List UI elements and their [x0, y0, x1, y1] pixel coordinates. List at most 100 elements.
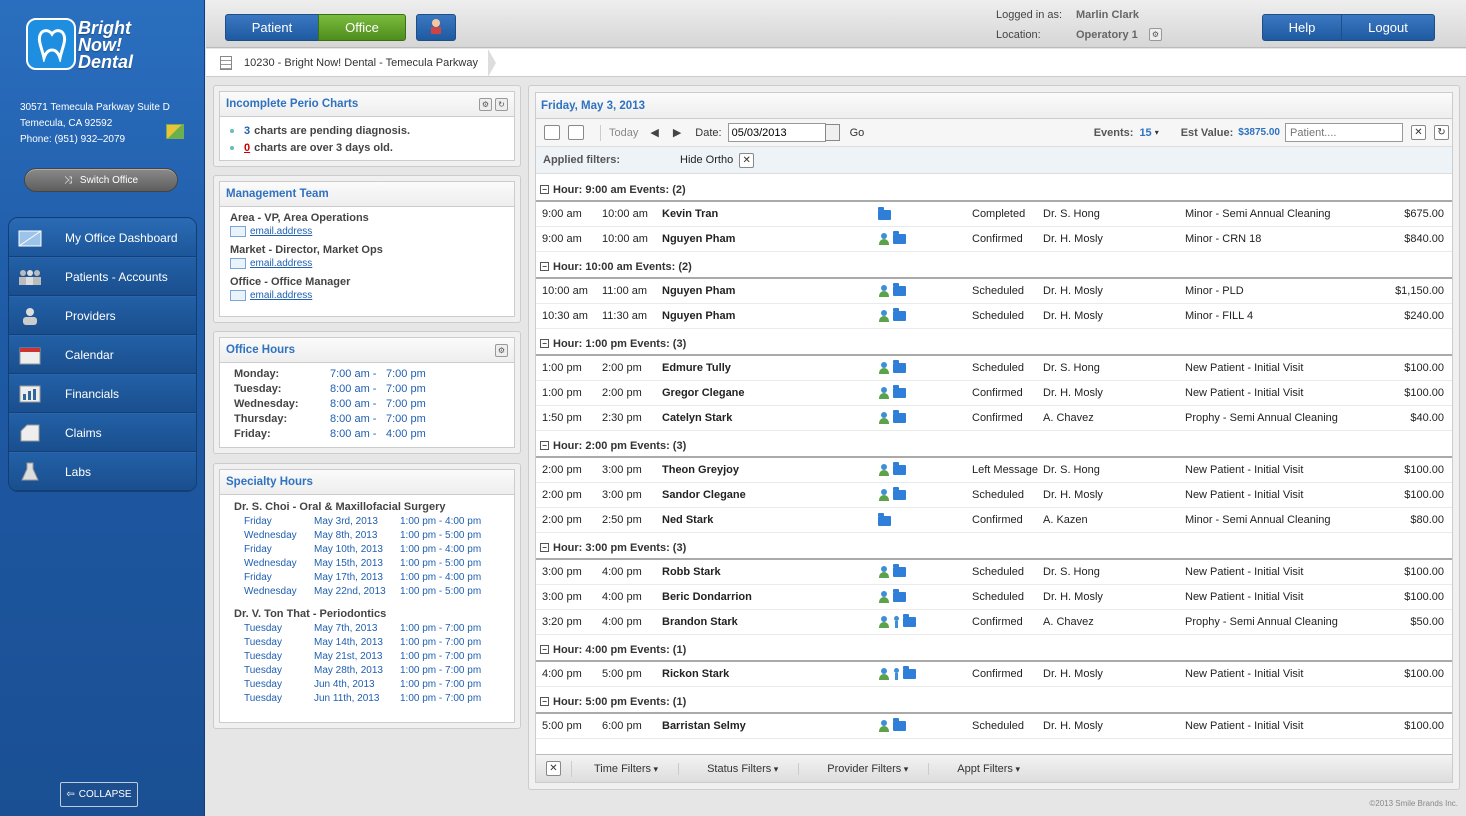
- appointment-row[interactable]: 3:00 pm 4:00 pm Beric Dondarrion Scheduled D…: [536, 585, 1452, 610]
- hour-group-header[interactable]: − Hour: 4:00 pm Events: (1): [536, 639, 1452, 662]
- folder-icon[interactable]: [893, 231, 906, 244]
- refresh-icon[interactable]: ↻: [1434, 125, 1449, 140]
- clear-search-icon[interactable]: ✕: [1411, 125, 1426, 140]
- patient-icon[interactable]: [878, 387, 890, 399]
- folder-icon[interactable]: [893, 718, 906, 731]
- patient-icon[interactable]: [878, 310, 890, 322]
- patient-icon[interactable]: [878, 362, 890, 374]
- next-day-icon[interactable]: ▶: [673, 126, 681, 139]
- appt-patient-name[interactable]: Rickon Stark: [662, 668, 729, 680]
- appt-filters-dropdown[interactable]: Appt Filters: [957, 763, 1040, 775]
- patient-icon[interactable]: [878, 591, 890, 603]
- nav-item-financials[interactable]: Financials: [9, 374, 196, 413]
- provider-filters-dropdown[interactable]: Provider Filters: [827, 762, 930, 775]
- appointment-row[interactable]: 1:00 pm 2:00 pm Gregor Clegane Confirmed Dr.…: [536, 381, 1452, 406]
- folder-icon[interactable]: [878, 512, 891, 526]
- appt-patient-name[interactable]: Ned Stark: [662, 514, 713, 526]
- time-filters-dropdown[interactable]: Time Filters: [594, 762, 680, 775]
- appointment-row[interactable]: 10:00 am 11:00 am Nguyen Pham Scheduled Dr. …: [536, 279, 1452, 304]
- email-link[interactable]: email.address: [250, 290, 312, 301]
- switch-office-button[interactable]: ⤨ Switch Office: [24, 168, 178, 192]
- collapse-group-icon[interactable]: −: [540, 543, 549, 552]
- appt-patient-name[interactable]: Edmure Tully: [662, 362, 731, 374]
- appt-patient-name[interactable]: Catelyn Stark: [662, 412, 732, 424]
- folder-icon[interactable]: [893, 589, 906, 602]
- collapse-group-icon[interactable]: −: [540, 697, 549, 706]
- patient-icon[interactable]: [878, 412, 890, 424]
- map-icon[interactable]: [166, 124, 184, 139]
- patient-icon[interactable]: [878, 464, 890, 476]
- appt-patient-name[interactable]: Beric Dondarrion: [662, 591, 752, 603]
- appointment-row[interactable]: 2:00 pm 3:00 pm Theon Greyjoy Left Message D…: [536, 458, 1452, 483]
- location-settings-icon[interactable]: ⚙: [1149, 28, 1162, 41]
- overdue-count[interactable]: 0: [244, 142, 250, 154]
- folder-icon[interactable]: [903, 614, 916, 627]
- appointment-row[interactable]: 10:30 am 11:30 am Nguyen Pham Scheduled Dr. …: [536, 304, 1452, 329]
- folder-icon[interactable]: [893, 410, 906, 423]
- tab-patient[interactable]: Patient: [225, 14, 319, 41]
- collapse-group-icon[interactable]: −: [540, 262, 549, 271]
- clear-filters-icon[interactable]: ✕: [546, 761, 561, 776]
- nav-item-my-office-dashboard[interactable]: My Office Dashboard: [9, 218, 196, 257]
- appointment-row[interactable]: 9:00 am 10:00 am Kevin Tran Completed Dr. S.…: [536, 202, 1452, 227]
- today-button[interactable]: Today: [609, 127, 638, 139]
- print-icon[interactable]: [568, 125, 584, 140]
- breadcrumb-office[interactable]: 10230 - Bright Now! Dental - Temecula Pa…: [244, 57, 488, 69]
- nav-item-labs[interactable]: Labs: [9, 452, 196, 491]
- appt-patient-name[interactable]: Sandor Clegane: [662, 489, 746, 501]
- prev-day-icon[interactable]: ◀: [650, 126, 658, 139]
- appt-patient-name[interactable]: Gregor Clegane: [662, 387, 745, 399]
- child-icon[interactable]: [893, 668, 900, 680]
- pending-count[interactable]: 3: [244, 125, 250, 137]
- hour-group-header[interactable]: − Hour: 1:00 pm Events: (3): [536, 333, 1452, 356]
- appt-patient-name[interactable]: Theon Greyjoy: [662, 464, 739, 476]
- folder-icon[interactable]: [893, 462, 906, 475]
- appointment-row[interactable]: 4:00 pm 5:00 pm Rickon Stark Confirmed Dr. H…: [536, 662, 1452, 687]
- appt-patient-name[interactable]: Barristan Selmy: [662, 720, 746, 732]
- appointment-row[interactable]: 3:00 pm 4:00 pm Robb Stark Scheduled Dr. S. …: [536, 560, 1452, 585]
- appointment-row[interactable]: 3:20 pm 4:00 pm Brandon Stark Confirmed A. C…: [536, 610, 1452, 635]
- collapse-group-icon[interactable]: −: [540, 339, 549, 348]
- patient-icon[interactable]: [878, 668, 890, 680]
- chevron-down-icon[interactable]: ▾: [1155, 128, 1159, 137]
- email-link[interactable]: email.address: [250, 226, 312, 237]
- patient-search-input[interactable]: [1285, 123, 1403, 142]
- settings-icon[interactable]: ⚙: [495, 343, 508, 357]
- folder-icon[interactable]: [878, 206, 891, 220]
- list-view-icon[interactable]: [544, 125, 560, 140]
- collapse-button[interactable]: ⇦ COLLAPSE: [60, 782, 138, 807]
- collapse-group-icon[interactable]: −: [540, 441, 549, 450]
- folder-icon[interactable]: [903, 666, 916, 679]
- appt-patient-name[interactable]: Kevin Tran: [662, 208, 718, 220]
- patient-icon[interactable]: [878, 720, 890, 732]
- hour-group-header[interactable]: − Hour: 2:00 pm Events: (3): [536, 435, 1452, 458]
- appointment-row[interactable]: 1:50 pm 2:30 pm Catelyn Stark Confirmed A. C…: [536, 406, 1452, 431]
- folder-icon[interactable]: [893, 308, 906, 321]
- appt-patient-name[interactable]: Robb Stark: [662, 566, 721, 578]
- tab-office[interactable]: Office: [318, 14, 406, 41]
- collapse-group-icon[interactable]: −: [540, 185, 549, 194]
- folder-icon[interactable]: [893, 487, 906, 500]
- user-profile-button[interactable]: [416, 14, 456, 41]
- hour-group-header[interactable]: − Hour: 3:00 pm Events: (3): [536, 537, 1452, 560]
- hour-group-header[interactable]: − Hour: 9:00 am Events: (2): [536, 179, 1452, 202]
- appointment-row[interactable]: 2:00 pm 2:50 pm Ned Stark Confirmed A. Kazen…: [536, 508, 1452, 533]
- refresh-icon[interactable]: ↻: [495, 97, 508, 111]
- remove-filter-icon[interactable]: ✕: [739, 152, 755, 168]
- nav-item-claims[interactable]: Claims: [9, 413, 196, 452]
- patient-icon[interactable]: [878, 566, 890, 578]
- collapse-group-icon[interactable]: −: [540, 645, 549, 654]
- folder-icon[interactable]: [893, 360, 906, 373]
- date-picker-icon[interactable]: [824, 124, 840, 141]
- appointment-row[interactable]: 2:00 pm 3:00 pm Sandor Clegane Scheduled Dr.…: [536, 483, 1452, 508]
- help-button[interactable]: Help: [1262, 14, 1342, 41]
- folder-icon[interactable]: [893, 385, 906, 398]
- hour-group-header[interactable]: − Hour: 5:00 pm Events: (1): [536, 691, 1452, 714]
- nav-item-patients-accounts[interactable]: Patients - Accounts: [9, 257, 196, 296]
- settings-icon[interactable]: ⚙: [479, 97, 492, 111]
- status-filters-dropdown[interactable]: Status Filters: [707, 762, 800, 775]
- appointment-row[interactable]: 1:00 pm 2:00 pm Edmure Tully Scheduled Dr. S…: [536, 356, 1452, 381]
- appt-patient-name[interactable]: Nguyen Pham: [662, 310, 735, 322]
- child-icon[interactable]: [893, 616, 900, 628]
- patient-icon[interactable]: [878, 233, 890, 245]
